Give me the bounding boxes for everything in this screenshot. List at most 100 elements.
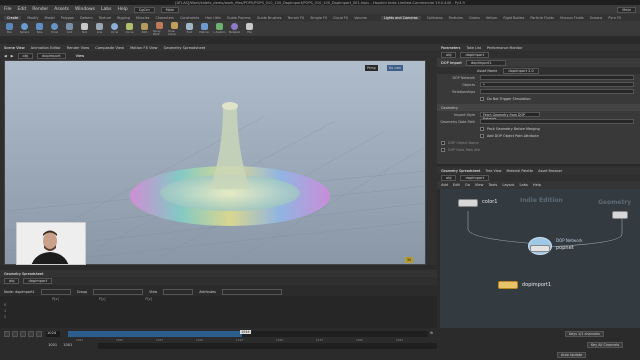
- net-menu-layout[interactable]: Layout: [502, 183, 514, 187]
- column-px[interactable]: P[x]: [52, 297, 59, 301]
- path-node[interactable]: dopimport: [37, 52, 66, 59]
- tool-curve[interactable]: Curve: [123, 23, 136, 34]
- shelf-tab-volume[interactable]: Volume: [354, 16, 367, 20]
- shelf-tab-terrain-fx[interactable]: Terrain FX: [287, 16, 304, 20]
- shelf-tab-pyro-fx[interactable]: Pyro FX: [608, 16, 621, 20]
- menu-windows[interactable]: Windows: [75, 7, 95, 12]
- add-attr-checkbox[interactable]: [480, 133, 484, 138]
- menu-help[interactable]: Help: [118, 7, 128, 12]
- forward-icon[interactable]: ▶: [11, 54, 14, 58]
- view-filter-field[interactable]: [163, 288, 194, 295]
- menu-render[interactable]: Render: [32, 7, 48, 12]
- column-pz[interactable]: P[z]: [145, 297, 151, 301]
- net-menu-add[interactable]: Add: [441, 183, 448, 187]
- net-menu-go[interactable]: Go: [465, 183, 470, 187]
- tool-l-system[interactable]: L-System: [213, 23, 226, 34]
- parameter-path-obj[interactable]: obj: [441, 51, 457, 58]
- tab-tree-view[interactable]: Tree View: [485, 169, 501, 173]
- net-menu-help[interactable]: Help: [533, 183, 541, 187]
- no-trigger-checkbox[interactable]: [480, 96, 484, 101]
- tab-material-palette[interactable]: Material Palette: [507, 169, 534, 173]
- tab-geometry-spreadsheet[interactable]: Geometry Spreadsheet: [164, 46, 206, 50]
- relationships-field[interactable]: [480, 89, 634, 94]
- tool-font[interactable]: Font: [183, 23, 196, 34]
- no-cam-menu[interactable]: No cam: [387, 65, 404, 71]
- tool-line[interactable]: Line: [93, 23, 106, 34]
- shelf-tab-deform[interactable]: Deform: [80, 16, 93, 20]
- back-icon[interactable]: ◀: [4, 54, 7, 58]
- tab-parameters[interactable]: Parameters: [441, 46, 460, 50]
- tool-file[interactable]: File: [243, 23, 256, 34]
- menu-edit[interactable]: Edit: [18, 7, 27, 12]
- tab-asset-browser[interactable]: Asset Browser: [538, 169, 562, 173]
- dop-object-name-checkbox[interactable]: [441, 140, 445, 145]
- dop-data-path-checkbox[interactable]: [441, 147, 445, 152]
- shelf-tab-create[interactable]: Create: [4, 15, 22, 20]
- shelf-tab-rigging[interactable]: Rigging: [117, 16, 130, 20]
- range-start-field-2[interactable]: 1001: [63, 343, 72, 347]
- jump-start-icon[interactable]: [4, 331, 10, 337]
- menu-file[interactable]: File: [4, 7, 12, 12]
- shelf-tab-cloud-fx[interactable]: Cloud FX: [333, 16, 348, 20]
- node-geometry-input[interactable]: [612, 211, 628, 219]
- tool-tube[interactable]: Tube: [33, 23, 46, 34]
- play-icon[interactable]: [20, 331, 26, 337]
- shelf-tab-model[interactable]: Model: [45, 16, 55, 20]
- spreadsheet-path-node[interactable]: dopimport: [23, 278, 53, 284]
- net-menu-view[interactable]: View: [475, 183, 484, 187]
- tab-take-list[interactable]: Take List: [466, 46, 481, 50]
- tool-draw-curve[interactable]: Draw Curve: [168, 21, 181, 36]
- keys-channels-status[interactable]: Keys 1/1 channels: [565, 331, 604, 337]
- tab-composite-view[interactable]: Composite View: [95, 46, 124, 50]
- shelf-tab-collisions[interactable]: Collisions: [427, 16, 443, 20]
- tool-spray-paint[interactable]: Spray Paint: [153, 21, 166, 36]
- tab-scene-view[interactable]: Scene View: [4, 46, 25, 50]
- tool-metaball[interactable]: Metaball: [228, 23, 241, 34]
- tool-path[interactable]: Path: [138, 23, 151, 34]
- attributes-field[interactable]: [221, 288, 282, 295]
- shelf-tab-grains[interactable]: Grains: [469, 16, 480, 20]
- column-py[interactable]: P[y]: [99, 297, 106, 301]
- shelf-tab-vellum[interactable]: Vellum: [486, 16, 497, 20]
- pack-geo-checkbox[interactable]: [480, 126, 484, 131]
- shelf-tab-texture[interactable]: Texture: [99, 16, 111, 20]
- tool-torus[interactable]: Torus: [48, 23, 61, 34]
- parameter-path-node[interactable]: dopimport: [460, 51, 490, 58]
- net-menu-labs[interactable]: Labs: [520, 183, 528, 187]
- shelf-tab-guide-brushes[interactable]: Guide Brushes: [257, 16, 282, 20]
- viewport-right-toolbar[interactable]: [426, 60, 437, 265]
- dop-network-field[interactable]: [480, 75, 634, 80]
- spreadsheet-path-obj[interactable]: obj: [4, 278, 20, 284]
- group-field[interactable]: [93, 288, 144, 295]
- jump-end-icon[interactable]: [36, 331, 42, 337]
- tool-circle[interactable]: Circle: [108, 23, 121, 34]
- shelf-tab-viscous-fluids[interactable]: Viscous Fluids: [560, 16, 584, 20]
- range-start-field[interactable]: 1001: [48, 343, 57, 347]
- net-menu-edit[interactable]: Edit: [453, 183, 460, 187]
- shelf-tab-characters[interactable]: Characters: [155, 16, 174, 20]
- step-back-icon[interactable]: [12, 331, 18, 337]
- section-geometry[interactable]: Geometry: [437, 104, 640, 111]
- tool-platonic[interactable]: Platonic: [198, 23, 211, 34]
- tool-sphere[interactable]: Sphere: [18, 23, 31, 34]
- menu-labs[interactable]: Labs: [101, 7, 111, 12]
- step-forward-icon[interactable]: [28, 331, 34, 337]
- shelf-tab-particles[interactable]: Particles: [449, 16, 463, 20]
- build-selector[interactable]: Main: [160, 6, 180, 13]
- spreadsheet-mode-toggle[interactable]: [40, 288, 71, 295]
- timeline-marker[interactable]: 1044: [240, 330, 251, 334]
- tool-box[interactable]: Box: [3, 23, 16, 34]
- shelf-tab-simple-fx[interactable]: Simple FX: [310, 16, 327, 20]
- shelf-tab-polygon[interactable]: Polygon: [61, 16, 74, 20]
- timeline-track[interactable]: 1044 1025 1050 1075 1100 1125 1150 1175 1200 122…: [68, 330, 428, 342]
- tab-motion-fx-view[interactable]: Motion FX View: [130, 46, 158, 50]
- network-path-node[interactable]: dopimport: [460, 174, 490, 181]
- network-editor[interactable]: Indie Edition Geometry color1 DOP Networ…: [440, 189, 640, 328]
- shelf-tab-particle-fluids[interactable]: Particle Fluids: [530, 16, 554, 20]
- tab-render-view[interactable]: Render View: [67, 46, 89, 50]
- menu-assets[interactable]: Assets: [54, 7, 69, 12]
- node-dopimport1[interactable]: [498, 281, 518, 289]
- shelf-tab-modify[interactable]: Modify: [27, 16, 38, 20]
- geo-path-field[interactable]: [480, 119, 634, 124]
- shelf-tab-hair-utils[interactable]: Hair Utils: [205, 16, 221, 20]
